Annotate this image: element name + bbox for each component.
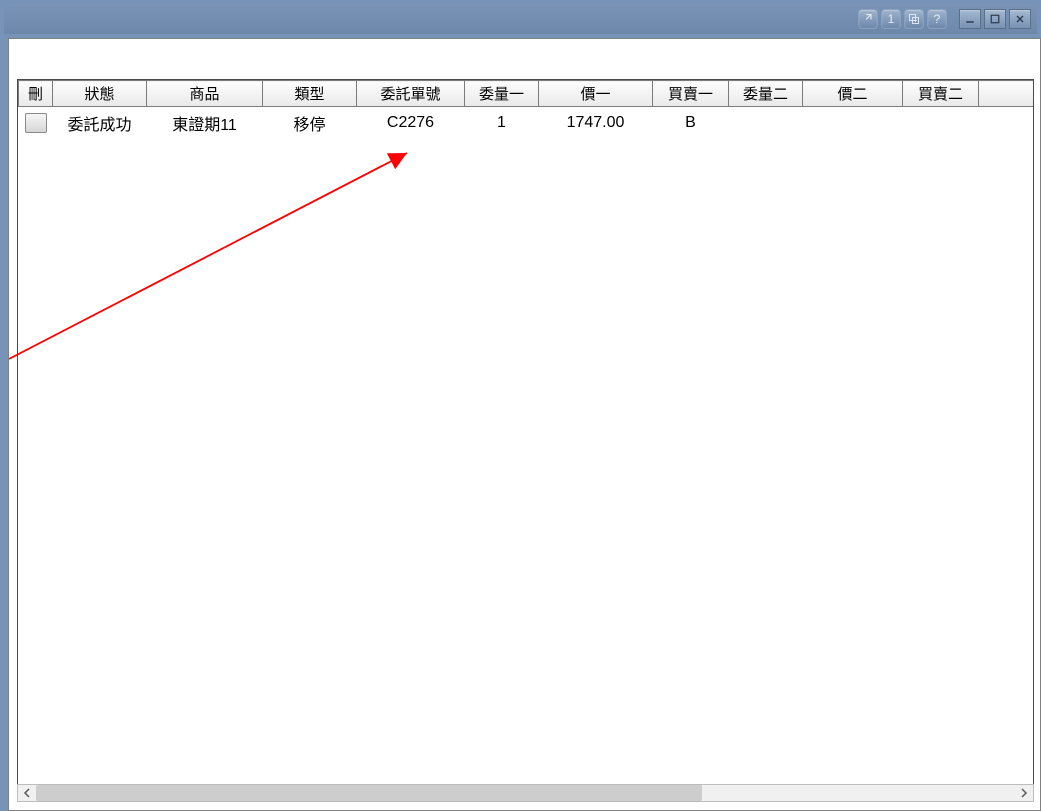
col-qty2[interactable]: 委量二 [729, 81, 803, 107]
cell-del [19, 107, 53, 140]
col-product[interactable]: 商品 [147, 81, 263, 107]
maximize-button[interactable] [984, 9, 1006, 29]
export-button[interactable] [858, 9, 878, 29]
horizontal-scrollbar[interactable] [17, 784, 1034, 802]
scroll-track[interactable] [36, 785, 1015, 801]
window-frame: 1 ? [0, 0, 1041, 811]
col-extra[interactable] [979, 81, 1034, 107]
client-area: 刪 狀態 商品 類型 委託單號 委量一 價一 買賣一 委量二 價二 買賣二 [8, 38, 1041, 811]
scroll-right-button[interactable] [1015, 785, 1033, 801]
cell-qty1: 1 [465, 107, 539, 140]
col-order-no[interactable]: 委託單號 [357, 81, 465, 107]
title-bar: 1 ? [4, 4, 1037, 34]
titlebar-button-group: 1 ? [858, 9, 1031, 29]
cell-extra [979, 107, 1034, 140]
cell-price1: 1747.00 [539, 107, 653, 140]
cell-bs2 [903, 107, 979, 140]
cell-product: 東證期11 [147, 107, 263, 140]
col-bs1[interactable]: 買賣一 [653, 81, 729, 107]
col-del[interactable]: 刪 [19, 81, 53, 107]
table-wrap: 刪 狀態 商品 類型 委託單號 委量一 價一 買賣一 委量二 價二 買賣二 [18, 80, 1033, 785]
scroll-left-button[interactable] [18, 785, 36, 801]
col-type[interactable]: 類型 [263, 81, 357, 107]
cell-type: 移停 [263, 107, 357, 140]
table-header-row: 刪 狀態 商品 類型 委託單號 委量一 價一 買賣一 委量二 價二 買賣二 [19, 81, 1034, 107]
col-price2[interactable]: 價二 [803, 81, 903, 107]
scroll-thumb[interactable] [36, 785, 702, 801]
grid-panel: 刪 狀態 商品 類型 委託單號 委量一 價一 買賣一 委量二 價二 買賣二 [17, 79, 1034, 786]
add-pane-button[interactable] [904, 9, 924, 29]
cell-price2 [803, 107, 903, 140]
col-price1[interactable]: 價一 [539, 81, 653, 107]
orders-table: 刪 狀態 商品 類型 委託單號 委量一 價一 買賣一 委量二 價二 買賣二 [18, 80, 1033, 139]
close-button[interactable] [1009, 9, 1031, 29]
col-qty1[interactable]: 委量一 [465, 81, 539, 107]
cell-qty2 [729, 107, 803, 140]
table-row[interactable]: 委託成功 東證期11 移停 C2276 1 1747.00 B [19, 107, 1034, 140]
col-status[interactable]: 狀態 [53, 81, 147, 107]
minimize-button[interactable] [959, 9, 981, 29]
cell-order-no: C2276 [357, 107, 465, 140]
one-button[interactable]: 1 [881, 9, 901, 29]
col-bs2[interactable]: 買賣二 [903, 81, 979, 107]
cell-bs1: B [653, 107, 729, 140]
delete-row-button[interactable] [25, 113, 47, 133]
cell-status: 委託成功 [53, 107, 147, 140]
help-button[interactable]: ? [927, 9, 947, 29]
